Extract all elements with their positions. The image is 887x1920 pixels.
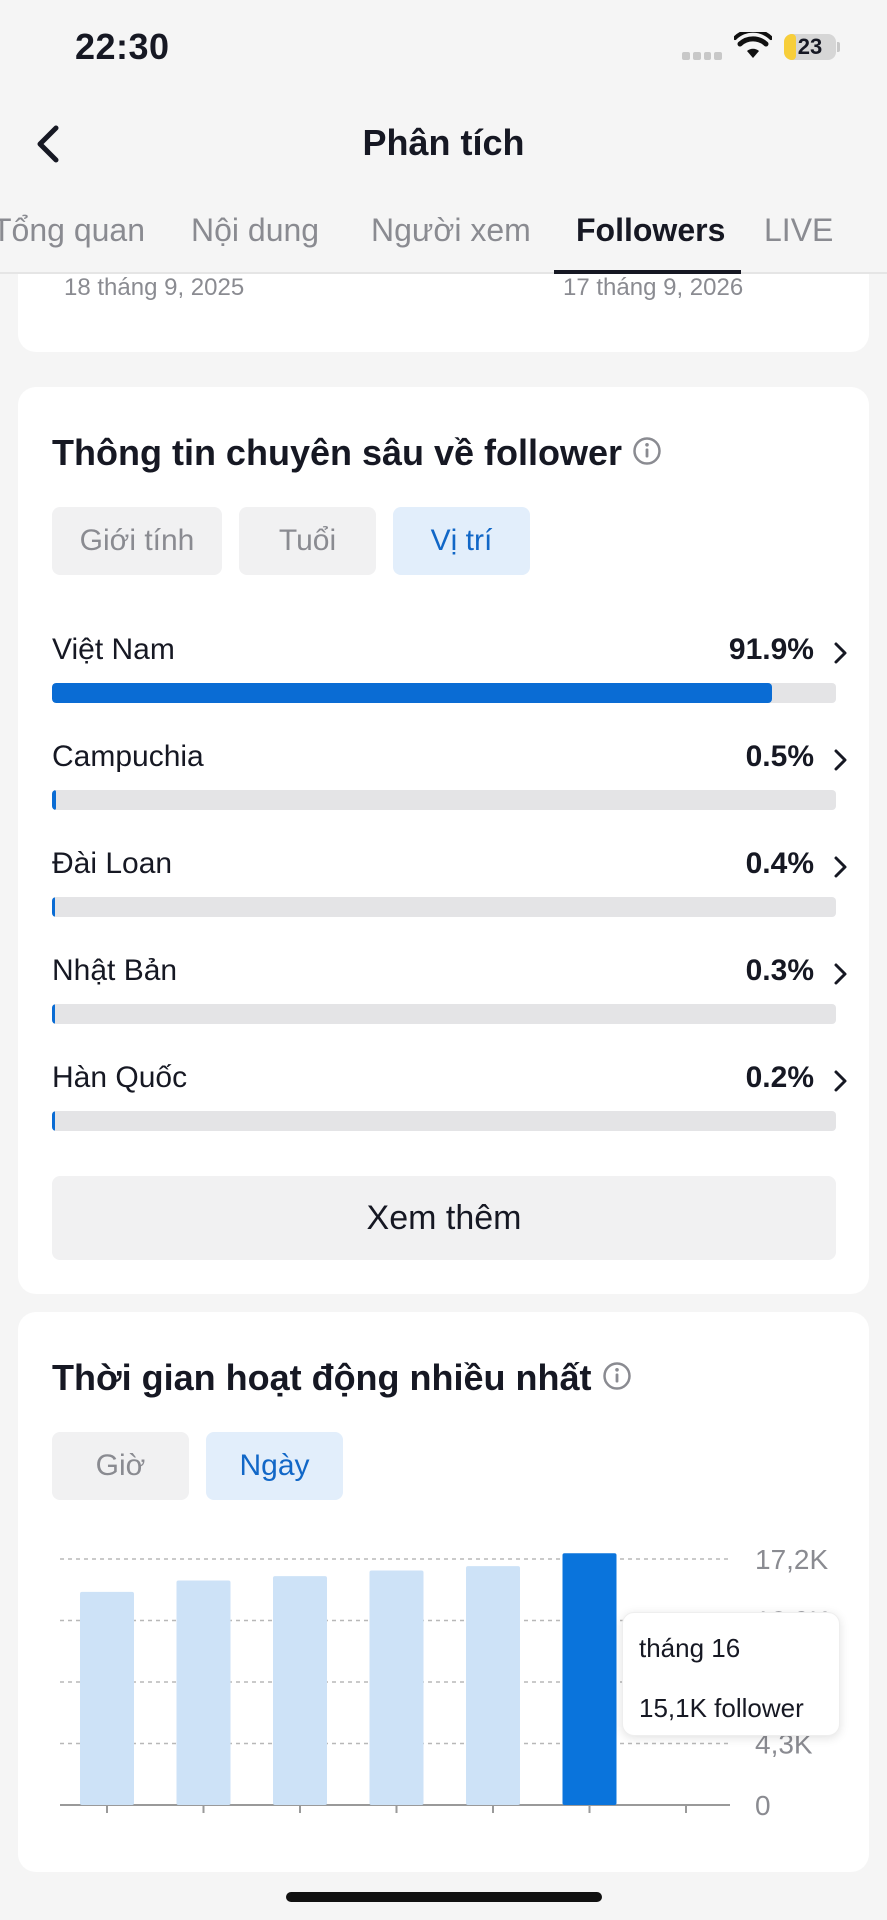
location-name: Hàn Quốc bbox=[52, 1061, 188, 1094]
battery-icon: 23 bbox=[784, 34, 840, 60]
wifi-icon bbox=[734, 32, 772, 58]
chevron-right-icon bbox=[834, 856, 847, 878]
page-title: Phân tích bbox=[362, 122, 525, 163]
location-name: Nhật Bản bbox=[52, 954, 178, 987]
see-more-button[interactable]: Xem thêm bbox=[52, 1176, 836, 1260]
location-bar-fill bbox=[52, 790, 56, 810]
chevron-right-icon bbox=[834, 1070, 847, 1092]
follower-insight-card: Thông tin chuyên sâu về follower Giới tí… bbox=[18, 387, 869, 1294]
location-percent: 91.9% bbox=[728, 633, 814, 666]
tab-viewers[interactable]: Người xem bbox=[371, 212, 531, 249]
chip-day[interactable]: Ngày bbox=[206, 1432, 343, 1500]
chart-bar[interactable] bbox=[80, 1591, 134, 1805]
tooltip-value: 15,1K follower bbox=[639, 1693, 804, 1723]
location-bar-track bbox=[52, 1111, 836, 1131]
location-bar-track bbox=[52, 790, 836, 810]
tab-overview[interactable]: Tổng quan bbox=[0, 212, 145, 249]
chip-age[interactable]: Tuổi bbox=[239, 507, 376, 575]
chart-bar-highlighted[interactable] bbox=[562, 1553, 617, 1805]
nav-bar: Phân tích bbox=[0, 100, 887, 190]
insight-title-row: Thông tin chuyên sâu về follower bbox=[52, 432, 662, 474]
location-row-japan[interactable]: Nhật Bản 0.3% bbox=[52, 954, 852, 1034]
chevron-right-icon bbox=[834, 963, 847, 985]
active-tab-indicator bbox=[554, 270, 741, 274]
chip-gender[interactable]: Giới tính bbox=[52, 507, 222, 575]
location-name: Đài Loan bbox=[52, 847, 173, 880]
chart-tooltip: tháng 16 15,1K follower bbox=[622, 1612, 840, 1736]
tab-content[interactable]: Nội dung bbox=[191, 212, 319, 249]
activity-title-row: Thời gian hoạt động nhiều nhất bbox=[52, 1357, 632, 1399]
location-row-cambodia[interactable]: Campuchia 0.5% bbox=[52, 740, 852, 820]
y-tick-label: 0 bbox=[755, 1790, 771, 1821]
chevron-right-icon bbox=[834, 642, 847, 664]
location-bar-track bbox=[52, 897, 836, 917]
location-percent: 0.4% bbox=[745, 847, 814, 880]
activity-title: Thời gian hoạt động nhiều nhất bbox=[52, 1357, 592, 1398]
most-active-time-card: Thời gian hoạt động nhiều nhất Giờ Ngày … bbox=[18, 1312, 869, 1872]
location-bar-track bbox=[52, 1004, 836, 1024]
battery-level: 23 bbox=[797, 34, 823, 59]
insight-title: Thông tin chuyên sâu về follower bbox=[52, 432, 623, 473]
location-bar-fill bbox=[52, 683, 773, 703]
chevron-right-icon bbox=[834, 749, 847, 771]
analytics-tabs: Tổng quan Nội dung Người xem Followers L… bbox=[0, 190, 887, 274]
chart-bar[interactable] bbox=[176, 1580, 231, 1805]
location-bar-track bbox=[52, 683, 836, 703]
location-row-korea[interactable]: Hàn Quốc 0.2% bbox=[52, 1061, 852, 1141]
home-indicator bbox=[286, 1892, 602, 1902]
location-bar-fill bbox=[52, 1111, 55, 1131]
info-icon[interactable] bbox=[632, 436, 662, 466]
location-percent: 0.5% bbox=[745, 740, 814, 773]
chip-hour[interactable]: Giờ bbox=[52, 1432, 189, 1500]
location-percent: 0.3% bbox=[745, 954, 814, 987]
chart-bar[interactable] bbox=[466, 1566, 520, 1805]
tab-followers[interactable]: Followers bbox=[576, 212, 725, 249]
chip-location[interactable]: Vị trí bbox=[393, 507, 530, 575]
date-end: 17 tháng 9, 2026 bbox=[563, 274, 744, 301]
info-icon[interactable] bbox=[602, 1361, 632, 1391]
location-bar-fill bbox=[52, 897, 56, 917]
chart-bar[interactable] bbox=[273, 1576, 327, 1805]
cellular-signal-icon bbox=[682, 52, 722, 60]
y-tick-label: 17,2K bbox=[755, 1544, 828, 1575]
status-bar: 22:30 23 bbox=[0, 0, 887, 100]
tooltip-label: tháng 16 bbox=[639, 1633, 741, 1663]
tab-live[interactable]: LIVE bbox=[764, 212, 833, 249]
location-row-taiwan[interactable]: Đài Loan 0.4% bbox=[52, 847, 852, 927]
status-time: 22:30 bbox=[75, 26, 170, 67]
location-name: Campuchia bbox=[52, 740, 204, 773]
location-row-vietnam[interactable]: Việt Nam 91.9% bbox=[52, 633, 852, 713]
location-percent: 0.2% bbox=[745, 1061, 814, 1094]
chart-bar[interactable] bbox=[369, 1570, 424, 1805]
location-bar-fill bbox=[52, 1004, 55, 1024]
location-name: Việt Nam bbox=[52, 633, 175, 666]
date-start: 18 tháng 9, 2025 bbox=[64, 274, 245, 301]
